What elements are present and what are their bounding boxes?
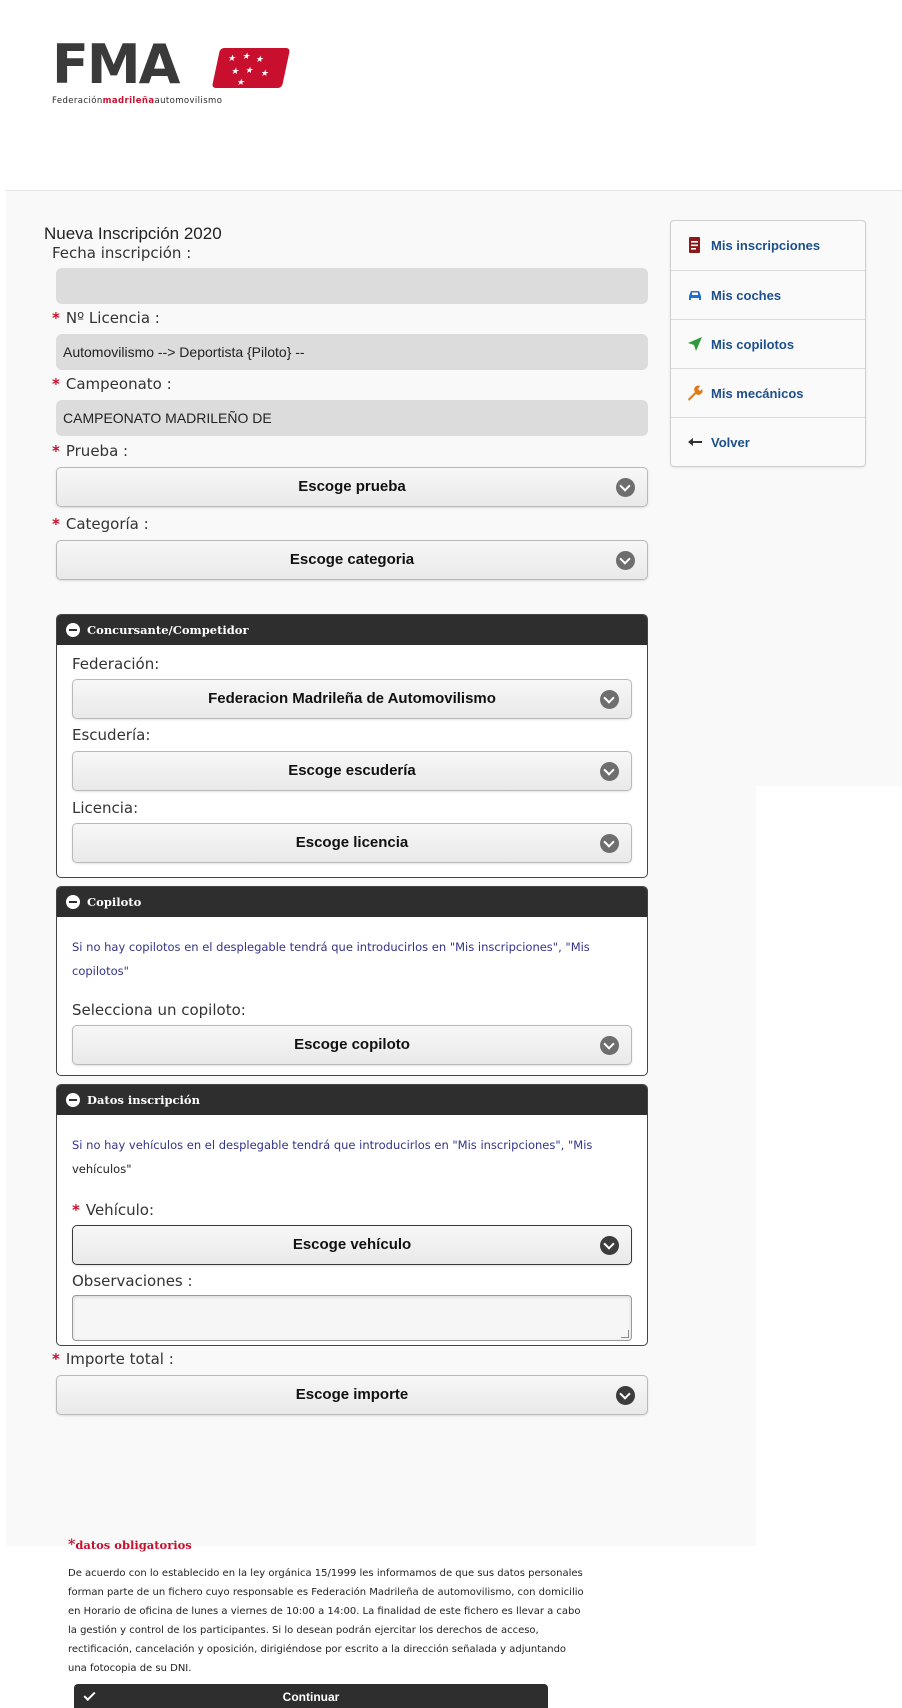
escuderia-select[interactable]: Escoge escudería: [72, 751, 632, 791]
logo-tagline: Federaciónmadrileñaautomovilismo: [52, 96, 223, 106]
legal-notice: De acuerdo con lo establecido en la ley …: [68, 1568, 584, 1674]
collapse-icon[interactable]: [66, 895, 80, 909]
panel-licencia-select[interactable]: Escoge licencia: [72, 823, 632, 863]
escuderia-select-text: Escoge escudería: [288, 762, 416, 779]
categoria-label: * Categoría :: [52, 515, 149, 533]
vehiculo-label: * Vehículo:: [72, 1201, 155, 1219]
panel-licencia-select-text: Escoge licencia: [295, 834, 409, 851]
panel-concursante-header[interactable]: Concursante/Competidor: [57, 615, 647, 645]
categoria-select-text: Escoge categoria: [289, 551, 415, 568]
copiloto-select-text: Escoge copiloto: [294, 1036, 410, 1053]
sidebar-item-mis-mecanicos[interactable]: Mis mecánicos: [671, 368, 865, 417]
car-icon: [689, 291, 701, 300]
prueba-select-text: Escoge prueba: [298, 478, 406, 495]
location-arrow-icon: [688, 337, 702, 351]
page-title: Nueva Inscripción 2020: [44, 224, 222, 243]
licencia-label: * Nº Licencia :: [52, 309, 160, 327]
importe-select[interactable]: Escoge importe: [56, 1375, 648, 1415]
panel-copiloto-header[interactable]: Copiloto: [57, 887, 647, 917]
licencia-field: Automovilismo --> Deportista {Piloto} --: [56, 334, 648, 370]
campeonato-field: CAMPEONATO MADRILEÑO DE: [56, 400, 648, 436]
panel-datos-header[interactable]: Datos inscripción: [57, 1085, 647, 1115]
prueba-select[interactable]: Escoge prueba: [56, 467, 648, 507]
required-mark: *: [52, 1350, 60, 1368]
sidebar-menu: Mis inscripciones Mis coches Mis copilot…: [670, 220, 866, 467]
campeonato-label: * Campeonato :: [52, 375, 172, 393]
federacion-select[interactable]: Federacion Madrileña de Automovilismo: [72, 679, 632, 719]
wrench-icon: [688, 385, 703, 401]
fecha-field: [56, 268, 648, 304]
sidebar-item-mis-inscripciones[interactable]: Mis inscripciones: [671, 221, 865, 270]
continue-button[interactable]: Continuar: [74, 1684, 548, 1708]
panel-concursante: Concursante/Competidor Federación: Feder…: [56, 614, 648, 878]
chevron-down-icon: [600, 1036, 619, 1055]
categoria-select[interactable]: Escoge categoria: [56, 540, 648, 580]
collapse-icon[interactable]: [66, 623, 80, 637]
required-mark: *: [52, 515, 60, 533]
chevron-down-icon: [600, 690, 619, 709]
federacion-label: Federación:: [72, 655, 160, 673]
chevron-down-icon: [616, 551, 635, 570]
chevron-down-icon: [616, 1386, 635, 1405]
required-mark: *: [52, 309, 60, 327]
importe-select-text: Escoge importe: [295, 1386, 409, 1403]
sidebar-item-mis-coches[interactable]: Mis coches: [671, 270, 865, 319]
fma-logo[interactable]: FMA ★ ★ ★ ★ ★ ★ ★ Federaciónmadrileñaautomovi…: [52, 38, 292, 110]
fecha-label: Fecha inscripción :: [52, 244, 192, 262]
document-icon: [689, 237, 700, 253]
importe-label: * Importe total :: [52, 1350, 174, 1368]
required-mark: *: [52, 375, 60, 393]
copiloto-note: Si no hay copilotos en el desplegable te…: [72, 940, 590, 978]
chevron-down-icon: [616, 478, 635, 497]
required-mark: *: [72, 1201, 80, 1219]
observaciones-textarea[interactable]: [72, 1295, 632, 1341]
prueba-label: * Prueba :: [52, 442, 129, 460]
vehiculo-select-text: Escoge vehículo: [292, 1236, 412, 1253]
copiloto-label: Selecciona un copiloto:: [72, 1001, 246, 1019]
panel-licencia-label: Licencia:: [72, 799, 139, 817]
chevron-down-icon: [600, 1236, 619, 1255]
madrid-flag-icon: ★ ★ ★ ★ ★ ★ ★: [211, 48, 291, 88]
panel-copiloto: Copiloto Si no hay copilotos en el despl…: [56, 886, 648, 1076]
collapse-icon[interactable]: [66, 1093, 80, 1107]
chevron-down-icon: [600, 762, 619, 781]
panel-datos-inscripcion: Datos inscripción Si no hay vehículos en…: [56, 1084, 648, 1346]
chevron-down-icon: [600, 834, 619, 853]
mandatory-note: *datos obligatorios: [68, 1537, 192, 1553]
observaciones-label: Observaciones :: [72, 1272, 193, 1290]
sidebar-item-volver[interactable]: Volver: [671, 417, 865, 466]
site-header: FMA ★ ★ ★ ★ ★ ★ ★ Federaciónmadrileñaautomovi…: [0, 0, 902, 190]
vehiculo-select[interactable]: Escoge vehículo: [72, 1225, 632, 1265]
logo-letters: FMA: [52, 33, 180, 96]
sidebar-item-mis-copilotos[interactable]: Mis copilotos: [671, 319, 865, 368]
copiloto-select[interactable]: Escoge copiloto: [72, 1025, 632, 1065]
check-icon: [83, 1688, 96, 1702]
federacion-select-text: Federacion Madrileña de Automovilismo: [208, 690, 496, 707]
required-mark: *: [52, 442, 60, 460]
arrow-left-icon: [688, 438, 702, 446]
escuderia-label: Escudería:: [72, 726, 151, 744]
vehiculo-note: Si no hay vehículos en el desplegable te…: [72, 1138, 593, 1176]
